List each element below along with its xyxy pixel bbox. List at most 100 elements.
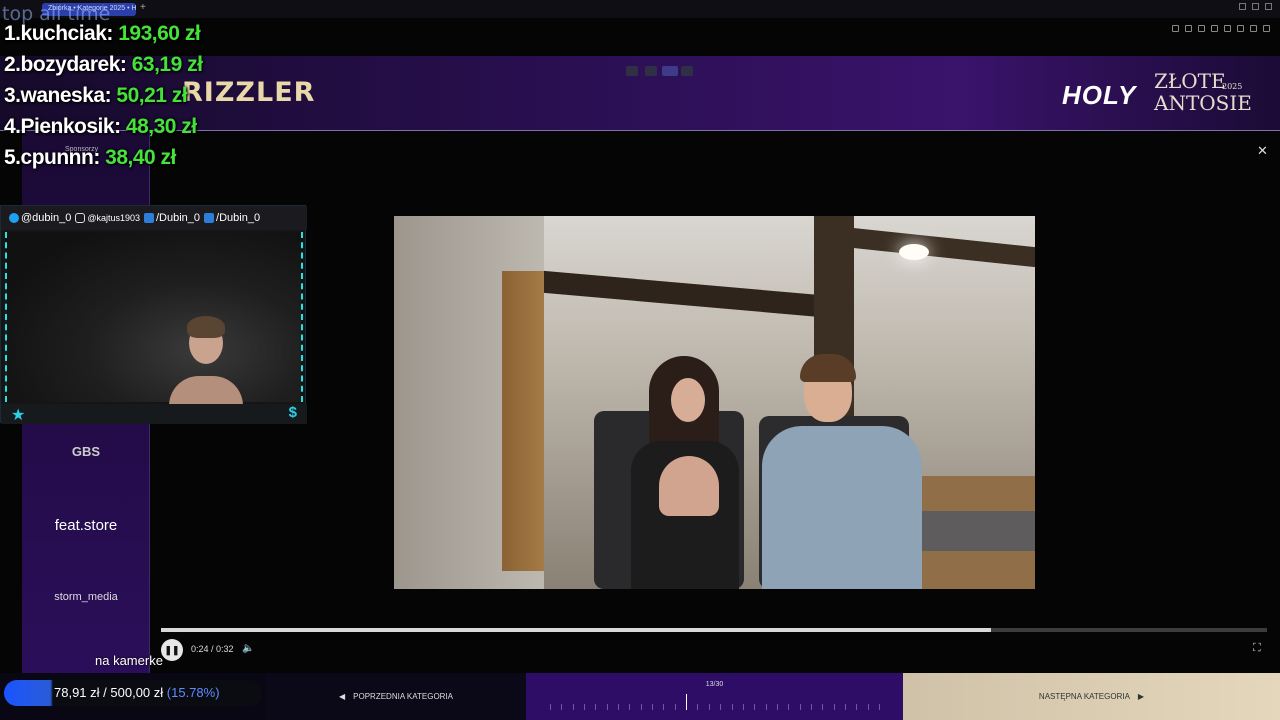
caption-text: na kamerke xyxy=(95,653,163,668)
twitter-icon xyxy=(9,213,19,223)
category-tick xyxy=(561,704,563,710)
extension-icon[interactable] xyxy=(1185,25,1192,32)
maximize-icon[interactable] xyxy=(1252,3,1259,10)
webcam-footer: ★ $ xyxy=(1,404,307,424)
pip-icon[interactable] xyxy=(626,66,638,76)
extension-icon[interactable] xyxy=(1237,25,1244,32)
extension-icon[interactable] xyxy=(1211,25,1218,32)
category-tick xyxy=(618,704,620,710)
volume-icon[interactable]: 🔈 xyxy=(242,643,254,654)
video-time: 0:24 / 0:32 xyxy=(191,644,234,654)
zlote-year: 2025 xyxy=(1222,82,1243,91)
close-window-icon[interactable] xyxy=(1265,3,1272,10)
leaderboard-name: bozydarek: xyxy=(20,53,127,76)
leaderboard-row: 4.Pienkosik: 48,30 zł xyxy=(4,115,202,146)
ceiling-light xyxy=(899,244,929,260)
category-tick xyxy=(708,704,710,710)
category-tick xyxy=(878,704,880,710)
donation-goal-text: 78,91 zł / 500,00 zł (15.78%) xyxy=(54,685,220,700)
category-tick xyxy=(663,704,665,710)
extension-icon[interactable] xyxy=(1250,25,1257,32)
dollar-icon: $ xyxy=(288,404,297,421)
category-tick xyxy=(856,704,858,710)
category-tick xyxy=(754,704,756,710)
social-handle: /Dubin_0 xyxy=(156,212,201,224)
category-counter: 13/30 xyxy=(705,681,724,688)
category-tick xyxy=(799,704,801,710)
leaderboard-row: 5.cpunnn: 38,40 zł xyxy=(4,146,202,177)
webcam-video xyxy=(5,232,303,406)
new-tab-button[interactable]: + xyxy=(140,2,146,13)
category-tick xyxy=(595,704,597,710)
goal-target: 500,00 zł xyxy=(110,685,164,700)
extension-icon[interactable] xyxy=(1224,25,1231,32)
leaderboard-row: 3.waneska: 50,21 zł xyxy=(4,84,202,115)
menu-icon[interactable] xyxy=(1263,25,1270,32)
star-icon: ★ xyxy=(11,407,26,424)
fullscreen-icon[interactable]: ⛶ xyxy=(1253,642,1261,655)
category-tick xyxy=(686,694,688,710)
next-category-label: NASTĘPNA KATEGORIA xyxy=(1038,692,1130,701)
pause-button[interactable]: ❚❚ xyxy=(161,639,183,661)
webcam-panel: @dubin_0 @kajtus1903 /Dubin_0 /Dubin_0 ★… xyxy=(0,205,307,424)
leaderboard-amount: 193,60 zł xyxy=(118,22,201,45)
window-controls[interactable] xyxy=(1239,3,1272,10)
arrow-left-icon: ◀ xyxy=(338,692,346,701)
record-icon[interactable] xyxy=(681,66,693,76)
quality-icon[interactable] xyxy=(662,66,678,76)
category-tick xyxy=(788,704,790,710)
category-tick xyxy=(640,704,642,710)
gbs-logo: GBS xyxy=(71,444,101,459)
extension-icon[interactable] xyxy=(1198,25,1205,32)
category-tick xyxy=(629,704,631,710)
leaderboard-rank: 3. xyxy=(4,84,21,107)
category-tick xyxy=(652,704,654,710)
leaderboard-rank: 2. xyxy=(4,53,21,76)
category-tick xyxy=(550,704,551,710)
goal-percent: (15.78%) xyxy=(166,685,220,700)
social-handles: @dubin_0 @kajtus1903 /Dubin_0 /Dubin_0 xyxy=(1,206,307,230)
twitch-icon xyxy=(204,213,215,223)
category-tick xyxy=(720,704,722,710)
social-twitter: @dubin_0 xyxy=(9,212,71,224)
instagram-icon xyxy=(75,213,86,223)
leaderboard-amount: 50,21 zł xyxy=(116,84,188,107)
minimize-icon[interactable] xyxy=(1239,3,1246,10)
person-right xyxy=(762,354,922,589)
category-tick xyxy=(822,704,824,710)
video-progress-fill xyxy=(161,628,991,632)
social-handle: @dubin_0 xyxy=(21,212,72,224)
social-instagram: @kajtus1903 xyxy=(75,213,140,223)
category-tick xyxy=(765,704,767,710)
main-video[interactable] xyxy=(394,216,1035,589)
close-icon[interactable]: ✕ xyxy=(1257,143,1268,159)
zlote-antosie-logo: ZŁOTE ANTOSIE xyxy=(1154,70,1254,114)
person-left xyxy=(619,356,749,589)
category-tick xyxy=(731,704,733,710)
category-tick xyxy=(572,704,574,710)
leaderboard-name: cpunnn: xyxy=(20,146,101,169)
goal-current: 78,91 zł xyxy=(54,685,100,700)
holy-logo: HOLY xyxy=(1062,80,1137,110)
leaderboard-row: 1.kuchciak: 193,60 zł xyxy=(4,22,202,53)
prev-category-button[interactable]: ◀ POPRZEDNIA KATEGORIA xyxy=(266,673,526,720)
door xyxy=(502,271,544,571)
browser-extensions[interactable] xyxy=(1172,25,1270,32)
donor-leaderboard: 1.kuchciak: 193,60 zł 2.bozydarek: 63,19… xyxy=(4,22,203,177)
prev-category-label: POPRZEDNIA KATEGORIA xyxy=(353,692,454,701)
category-progress: 13/30 xyxy=(526,673,903,720)
video-progress-bar[interactable] xyxy=(161,628,1267,632)
social-handle: /Dubin_0 xyxy=(216,212,261,224)
category-ticks xyxy=(550,694,880,710)
social-youtube: /Dubin_0 xyxy=(144,212,200,224)
zlote-line2: ANTOSIE xyxy=(1154,91,1252,115)
skip-icon[interactable] xyxy=(645,66,657,76)
leaderboard-rank: 5. xyxy=(4,146,21,169)
category-tick xyxy=(810,704,812,710)
category-tick xyxy=(606,704,608,710)
extension-icon[interactable] xyxy=(1172,25,1179,32)
next-category-button[interactable]: NASTĘPNA KATEGORIA ▶ xyxy=(903,673,1280,720)
leaderboard-rank: 1. xyxy=(4,22,21,45)
category-tick xyxy=(697,704,699,710)
category-tick xyxy=(844,704,846,710)
